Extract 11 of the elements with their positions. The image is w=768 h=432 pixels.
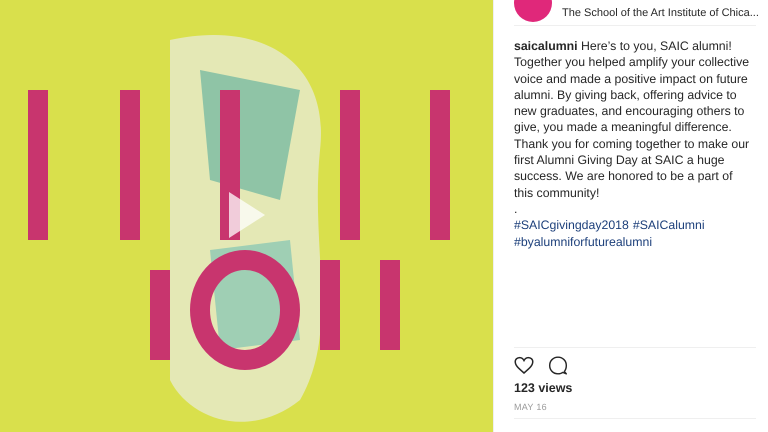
hashtag-link[interactable]: #SAICgivingday2018	[514, 217, 629, 234]
account-name[interactable]: The School of the Art Institute of Chica...	[562, 6, 759, 18]
view-count: 123 views	[514, 381, 574, 395]
play-icon[interactable]	[227, 190, 267, 240]
heart-icon[interactable]	[514, 356, 534, 375]
hashtag-link[interactable]: #SAICalumni	[632, 217, 705, 234]
post-date: MAY 16	[514, 402, 548, 412]
hashtag-link[interactable]: #byalumniforfuturealumni	[514, 234, 652, 250]
caption-separator: .	[514, 200, 518, 218]
speech-bubble-icon[interactable]	[548, 356, 568, 375]
caption-text: saicalumni Here’s to you, SAIC alumni! Together you helped amplify your collective voice and made a positive impact on future alumni. By giving back, offering advice to new graduates, and encouraging others to give, you made a meaningful difference. Thank you for coming together to make our first Alumni Giving Day at SAIC a huge success. We are honored to be a part of this community!	[514, 38, 750, 201]
